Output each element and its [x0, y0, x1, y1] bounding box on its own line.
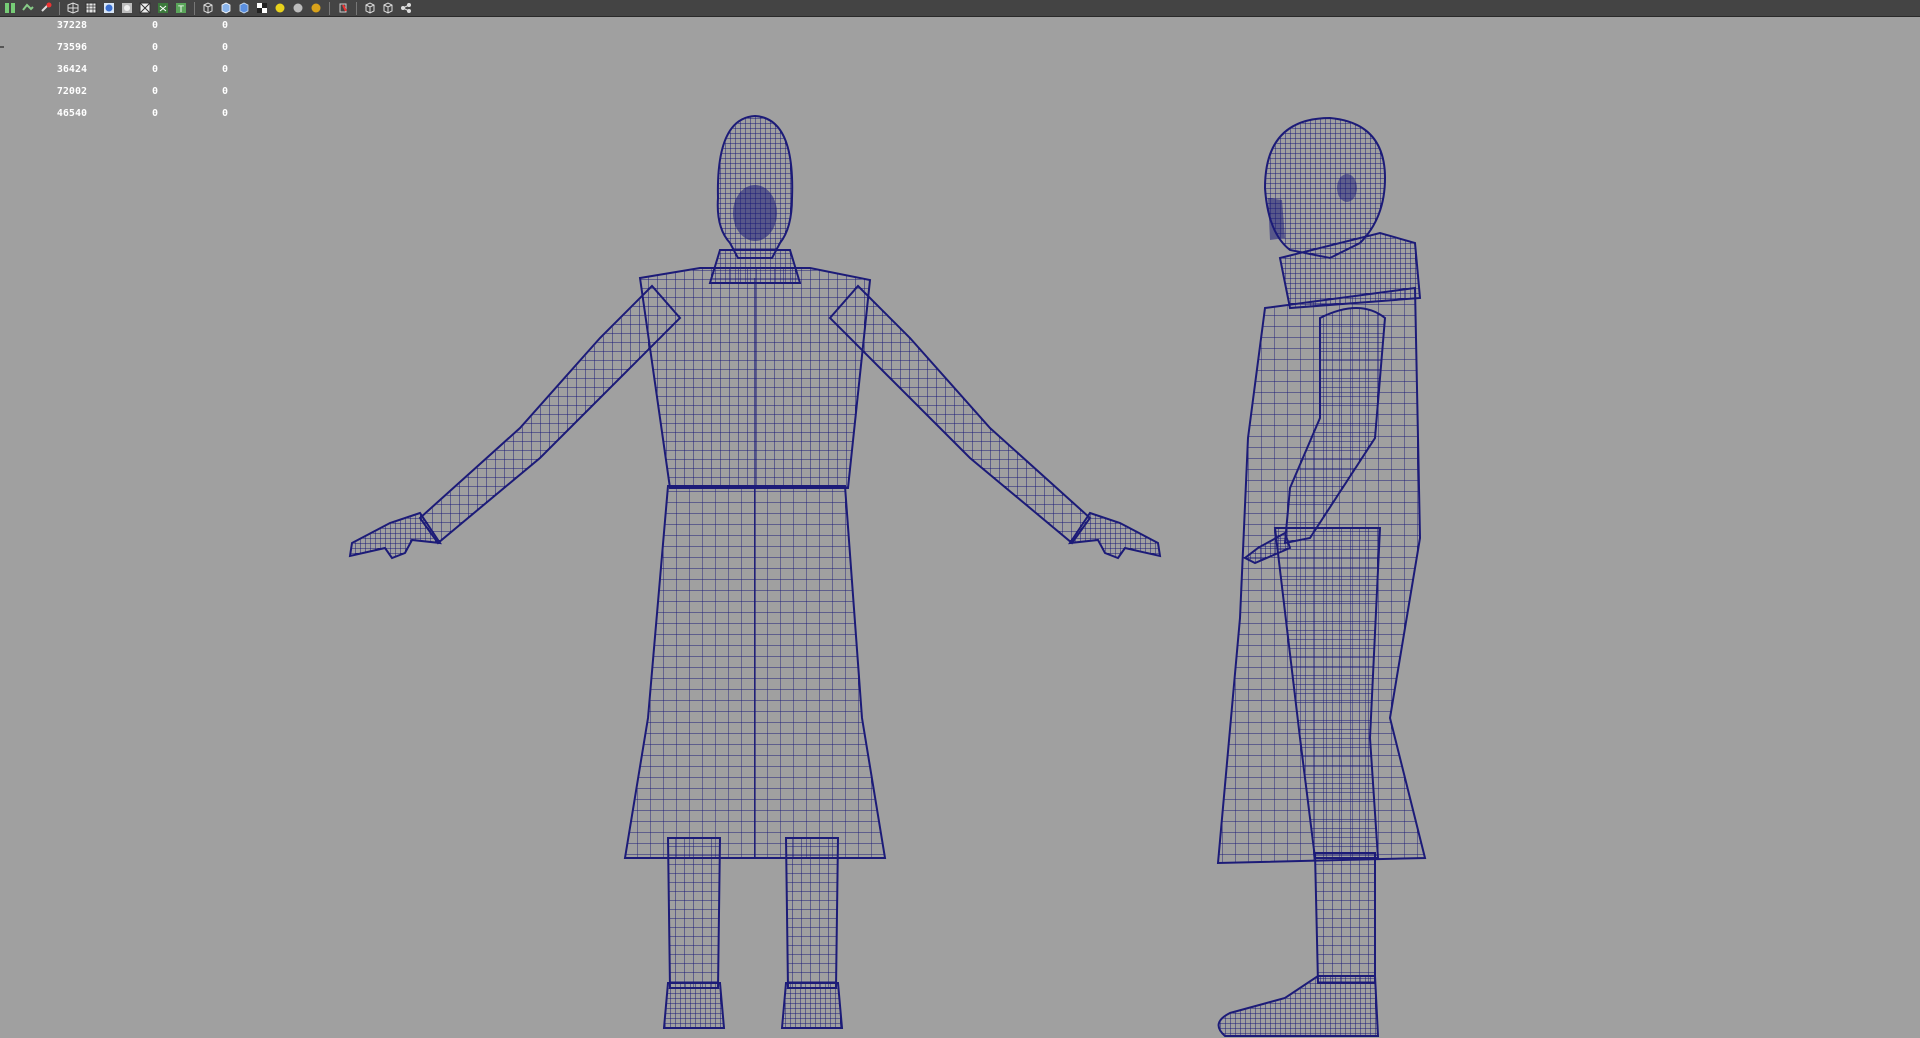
- shaded-sphere-icon[interactable]: [101, 1, 117, 15]
- 3d-viewport[interactable]: [0, 18, 1920, 1038]
- checker-icon[interactable]: [254, 1, 270, 15]
- viewport-canvas: [348, 114, 1427, 1037]
- toolbar-separator: [194, 1, 195, 15]
- xray-joints-icon[interactable]: [380, 1, 396, 15]
- viewport-toolbar: T: [0, 0, 1920, 17]
- svg-text:T: T: [177, 5, 184, 14]
- bounding-box-icon[interactable]: [137, 1, 153, 15]
- cube-shaded-icon[interactable]: [218, 1, 234, 15]
- toolbar-separator: [356, 1, 357, 15]
- panel-layout-icon[interactable]: [2, 1, 18, 15]
- texture-icon[interactable]: T: [173, 1, 189, 15]
- flat-shade-icon[interactable]: [119, 1, 135, 15]
- wireframe-icon[interactable]: [65, 1, 81, 15]
- object-snap-icon[interactable]: [38, 1, 54, 15]
- light-gold-icon[interactable]: [308, 1, 324, 15]
- isolate-select-icon[interactable]: [335, 1, 351, 15]
- camera-icon[interactable]: [20, 1, 36, 15]
- toolbar-separator: [59, 1, 60, 15]
- light-grey-icon[interactable]: [290, 1, 306, 15]
- xray-icon[interactable]: [362, 1, 378, 15]
- front-view-character: [348, 114, 1162, 1029]
- light-yellow-icon[interactable]: [272, 1, 288, 15]
- cube-wire-icon[interactable]: [200, 1, 216, 15]
- cube-blue-icon[interactable]: [236, 1, 252, 15]
- toolbar-separator: [329, 1, 330, 15]
- smooth-shade-icon[interactable]: [83, 1, 99, 15]
- side-view-character: [1216, 116, 1427, 1037]
- grid-icon[interactable]: [398, 1, 414, 15]
- points-icon[interactable]: [155, 1, 171, 15]
